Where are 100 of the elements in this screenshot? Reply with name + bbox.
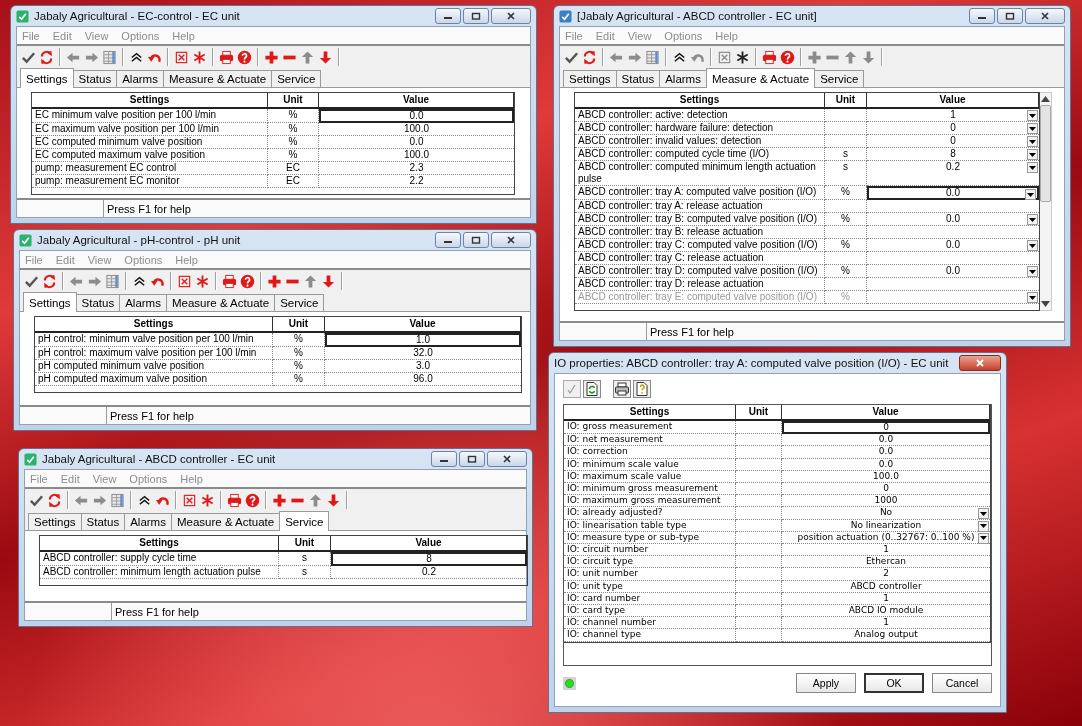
value-cell[interactable]: 0 <box>867 135 1039 148</box>
value-cell[interactable]: 2 <box>782 568 990 581</box>
value-cell[interactable]: 0 <box>867 122 1039 135</box>
tab[interactable]: Measure & Actuate <box>705 68 816 88</box>
value-cell[interactable]: 1 <box>867 109 1039 122</box>
help-icon[interactable] <box>240 273 255 289</box>
value-cell[interactable]: 1 <box>782 617 990 630</box>
boxed-x-icon[interactable] <box>174 49 189 65</box>
boxed-x-icon[interactable] <box>182 492 197 508</box>
dialog-button[interactable]: OK <box>864 673 924 693</box>
value-cell[interactable]: 100.0 <box>782 470 990 483</box>
dropdown-button[interactable] <box>1027 110 1038 121</box>
dialog-button[interactable]: Apply <box>796 673 856 693</box>
value-cell[interactable]: 0.0 <box>867 239 1039 252</box>
dropdown-button[interactable] <box>978 520 989 532</box>
boxed-x-icon[interactable] <box>177 273 192 289</box>
tab[interactable]: Service <box>271 70 322 87</box>
value-cell[interactable]: position actuation (0..32767: 0..100 %) <box>782 531 990 545</box>
value-cell[interactable]: 1000 <box>782 495 990 508</box>
document-refresh-icon[interactable] <box>583 380 601 398</box>
value-cell[interactable]: Analog output <box>782 629 990 642</box>
plus-icon[interactable] <box>807 49 822 65</box>
value-cell[interactable]: 8 <box>867 148 1039 161</box>
up-arrow-icon[interactable] <box>308 492 323 508</box>
close-button[interactable] <box>1025 8 1065 24</box>
tab[interactable]: Service <box>279 511 330 531</box>
dropdown-button[interactable] <box>1027 266 1038 277</box>
maximize-button[interactable] <box>997 8 1023 24</box>
value-cell[interactable]: 3.0 <box>325 360 521 373</box>
grid-icon[interactable] <box>110 492 125 508</box>
close-button[interactable] <box>491 8 531 24</box>
scrollbar-thumb[interactable] <box>1040 105 1051 202</box>
dropdown-button[interactable] <box>1027 123 1038 134</box>
vertical-scrollbar[interactable] <box>1040 92 1052 311</box>
value-cell[interactable]: 0.2 <box>867 161 1039 186</box>
value-cell[interactable]: 0.0 <box>782 434 990 447</box>
tab[interactable]: Service <box>274 294 325 311</box>
up-arrow-icon[interactable] <box>843 49 858 65</box>
dialog-button[interactable]: Cancel <box>932 673 992 693</box>
value-cell[interactable]: 0.0 <box>867 186 1039 200</box>
dropdown-button[interactable] <box>1027 149 1038 160</box>
grid-icon[interactable] <box>102 49 117 65</box>
tab[interactable]: Service <box>814 70 865 87</box>
value-cell[interactable]: 0 <box>782 483 990 496</box>
help-icon[interactable] <box>237 49 252 65</box>
value-cell[interactable]: 1.0 <box>325 333 521 347</box>
plus-icon[interactable] <box>272 492 287 508</box>
minimize-button[interactable] <box>969 8 995 24</box>
down-arrow-icon[interactable] <box>318 49 333 65</box>
minimize-button[interactable] <box>435 8 461 24</box>
minimize-button[interactable] <box>435 232 461 248</box>
maximize-button[interactable] <box>459 451 485 467</box>
help-icon[interactable] <box>245 492 260 508</box>
dropdown-button[interactable] <box>1027 162 1038 173</box>
grid-icon[interactable] <box>645 49 660 65</box>
maximize-button[interactable] <box>463 8 489 24</box>
value-cell[interactable]: 8 <box>331 552 527 566</box>
dropdown-button[interactable] <box>1027 136 1038 147</box>
dropdown-button[interactable] <box>1027 240 1038 251</box>
value-cell[interactable]: No linearization <box>782 519 990 532</box>
value-cell[interactable]: 0.0 <box>782 458 990 471</box>
dropdown-button[interactable] <box>1027 214 1038 225</box>
minimize-button[interactable] <box>431 451 457 467</box>
refresh-icon[interactable] <box>582 49 597 65</box>
value-cell[interactable]: ABCD IO module <box>782 605 990 618</box>
maximize-button[interactable] <box>463 232 489 248</box>
check-icon[interactable] <box>563 380 581 398</box>
value-cell[interactable]: 0.0 <box>319 109 514 123</box>
up-arrow-icon[interactable] <box>303 273 318 289</box>
refresh-icon[interactable] <box>42 273 57 289</box>
plus-icon[interactable] <box>267 273 282 289</box>
value-cell[interactable]: 0.0 <box>782 446 990 459</box>
value-cell[interactable]: 2.2 <box>319 175 514 188</box>
value-cell[interactable]: 32.0 <box>325 347 521 360</box>
value-cell[interactable]: 2.3 <box>319 162 514 175</box>
close-button[interactable] <box>959 355 1001 371</box>
value-cell[interactable]: 0.0 <box>867 265 1039 278</box>
value-cell[interactable]: No <box>782 507 990 520</box>
grid-icon[interactable] <box>105 273 120 289</box>
tab[interactable]: Settings <box>28 513 82 530</box>
scroll-up-icon[interactable] <box>1041 96 1050 102</box>
value-cell[interactable]: ABCD controller <box>782 580 990 593</box>
value-cell[interactable]: 0.2 <box>331 566 527 579</box>
scroll-down-icon[interactable] <box>1041 301 1050 307</box>
value-cell[interactable]: 1 <box>782 544 990 557</box>
printer-icon[interactable] <box>613 380 631 398</box>
value-cell[interactable]: 96.0 <box>325 373 521 386</box>
plus-icon[interactable] <box>264 49 279 65</box>
value-cell[interactable]: 0.0 <box>319 136 514 149</box>
dropdown-button[interactable] <box>978 508 989 520</box>
down-arrow-icon[interactable] <box>861 49 876 65</box>
value-cell[interactable]: 1 <box>782 592 990 606</box>
tab[interactable]: Settings <box>563 70 617 87</box>
close-button[interactable] <box>491 232 531 248</box>
up-arrow-icon[interactable] <box>300 49 315 65</box>
value-cell[interactable]: 0 <box>782 421 990 435</box>
tab[interactable]: Settings <box>20 68 74 88</box>
tab[interactable]: Settings <box>23 292 77 312</box>
help-icon[interactable] <box>780 49 795 65</box>
down-arrow-icon[interactable] <box>321 273 336 289</box>
